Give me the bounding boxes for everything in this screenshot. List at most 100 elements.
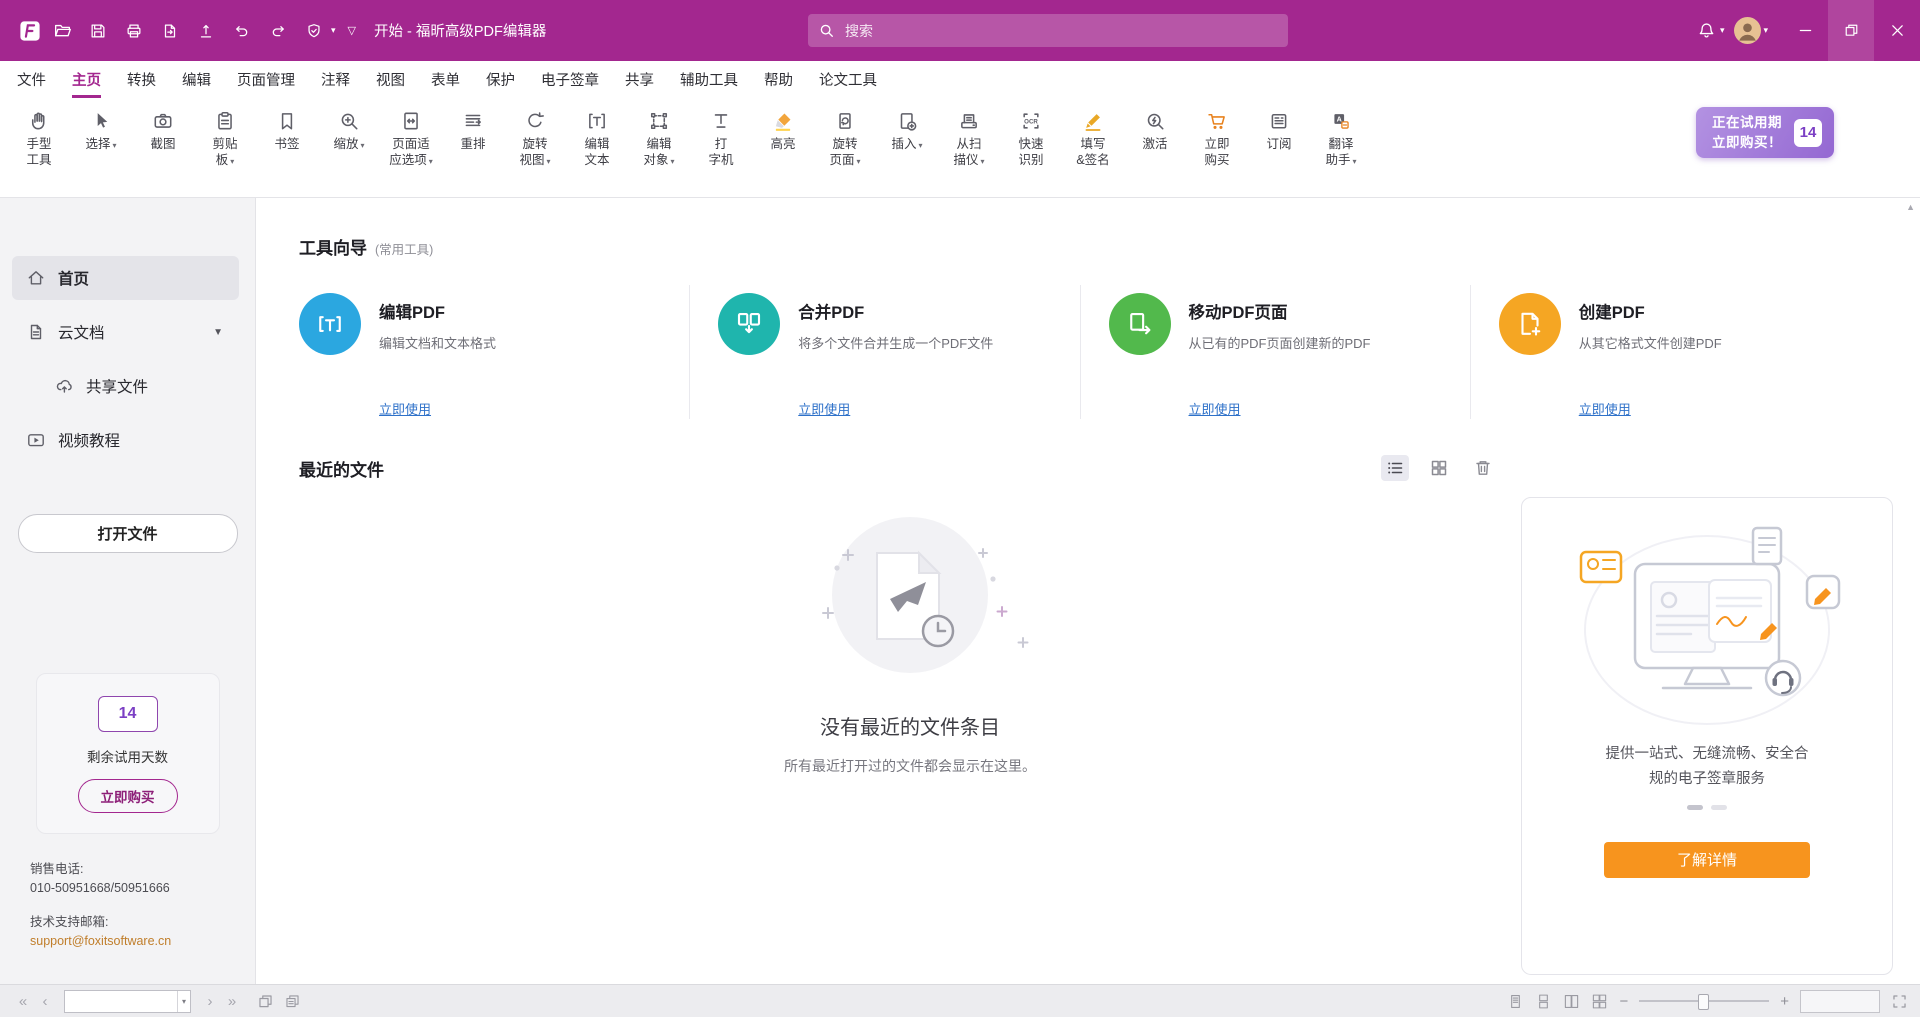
tool-card-create-pdf[interactable]: 创建PDF从其它格式文件创建PDF立即使用 bbox=[1470, 285, 1860, 419]
last-page-button[interactable]: » bbox=[221, 993, 243, 1010]
menu-item-file[interactable]: 文件 bbox=[17, 61, 46, 98]
ribbon-activate[interactable]: 激活 bbox=[1126, 105, 1184, 154]
ribbon-hand-tool[interactable]: 手型 工具 bbox=[10, 105, 68, 171]
ribbon-translate-assistant[interactable]: A翻译 助手▾ bbox=[1312, 105, 1370, 171]
menu-item-convert[interactable]: 转换 bbox=[127, 61, 156, 98]
ribbon-clipboard[interactable]: 剪贴 板▾ bbox=[196, 105, 254, 171]
use-now-link[interactable]: 立即使用 bbox=[379, 399, 431, 418]
ribbon-select[interactable]: 选择▾ bbox=[72, 105, 130, 154]
two-page-continuous-view-icon[interactable] bbox=[1591, 993, 1608, 1010]
ribbon-typewriter[interactable]: 打 字机 bbox=[692, 105, 750, 171]
notifications-bell-icon[interactable] bbox=[1691, 14, 1723, 48]
save-icon[interactable] bbox=[82, 14, 114, 48]
share-doc-icon[interactable] bbox=[190, 14, 222, 48]
redo-icon[interactable] bbox=[262, 14, 294, 48]
ribbon-zoom[interactable]: 缩放▾ bbox=[320, 105, 378, 154]
account-menu[interactable]: ▾ bbox=[1734, 17, 1768, 44]
chevron-down-icon[interactable]: ▾ bbox=[1720, 25, 1725, 36]
ribbon-edit-text[interactable]: 编辑 文本 bbox=[568, 105, 626, 171]
chevron-down-icon: ▾ bbox=[919, 141, 923, 150]
export-pdf-icon[interactable] bbox=[154, 14, 186, 48]
protect-sign-icon[interactable] bbox=[298, 14, 330, 48]
scrollbar-up-arrow[interactable]: ▲ bbox=[1906, 202, 1915, 212]
ribbon-bookmark-label: 书签 bbox=[274, 137, 299, 151]
tool-card-merge-pdf[interactable]: 合并PDF将多个文件合并生成一个PDF文件立即使用 bbox=[689, 285, 1079, 419]
continuous-view-icon[interactable] bbox=[1535, 993, 1552, 1010]
menu-item-help[interactable]: 帮助 bbox=[764, 61, 793, 98]
fullscreen-icon[interactable] bbox=[1891, 993, 1908, 1010]
chevron-down-icon[interactable]: ▼ bbox=[213, 327, 223, 338]
previous-page-button[interactable]: ‹ bbox=[34, 993, 56, 1010]
ribbon-quick-ocr-label: 快速 识别 bbox=[1018, 137, 1043, 167]
menu-item-esign[interactable]: 电子签章 bbox=[541, 61, 599, 98]
menu-item-protect[interactable]: 保护 bbox=[486, 61, 515, 98]
grid-view-button[interactable] bbox=[1425, 455, 1453, 481]
chevron-down-icon[interactable]: ▾ bbox=[331, 25, 336, 36]
two-page-view-icon[interactable] bbox=[1563, 993, 1580, 1010]
zoom-slider-thumb[interactable] bbox=[1698, 994, 1709, 1010]
sidebar-item-label: 视频教程 bbox=[58, 429, 120, 451]
ribbon-page-fit[interactable]: 页面适 应选项▾ bbox=[382, 105, 440, 171]
use-now-link[interactable]: 立即使用 bbox=[1189, 399, 1241, 418]
ribbon-buy-now[interactable]: 立即 购买 bbox=[1188, 105, 1246, 171]
single-page-view-icon[interactable] bbox=[1507, 993, 1524, 1010]
zoom-in-button[interactable]: + bbox=[1780, 993, 1789, 1010]
print-icon[interactable] bbox=[118, 14, 150, 48]
undo-icon[interactable] bbox=[226, 14, 258, 48]
page-dropdown-icon[interactable]: ▾ bbox=[177, 991, 190, 1012]
sidebar-item-cloud-docs[interactable]: 云文档▼ bbox=[12, 310, 239, 354]
ribbon-quick-ocr[interactable]: OCR快速 识别 bbox=[1002, 105, 1060, 171]
menu-item-comment[interactable]: 注释 bbox=[321, 61, 350, 98]
page-number-input[interactable] bbox=[70, 993, 177, 1009]
ribbon-insert[interactable]: 插入▾ bbox=[878, 105, 936, 154]
minimize-button[interactable] bbox=[1782, 0, 1828, 61]
use-now-link[interactable]: 立即使用 bbox=[798, 399, 850, 418]
next-page-button[interactable]: › bbox=[199, 993, 221, 1010]
open-file-button[interactable]: 打开文件 bbox=[18, 514, 238, 553]
close-button[interactable] bbox=[1874, 0, 1920, 61]
menu-item-form[interactable]: 表单 bbox=[431, 61, 460, 98]
snapshot-copy-icon[interactable] bbox=[257, 993, 274, 1010]
menu-item-share[interactable]: 共享 bbox=[625, 61, 654, 98]
ribbon-subscribe[interactable]: 订阅 bbox=[1250, 105, 1308, 154]
ribbon-highlight[interactable]: 高亮 bbox=[754, 105, 812, 154]
search-box[interactable] bbox=[808, 14, 1288, 47]
search-input[interactable] bbox=[843, 22, 1278, 40]
copy-page-icon[interactable] bbox=[284, 993, 301, 1010]
learn-more-button[interactable]: 了解详情 bbox=[1604, 842, 1810, 878]
menu-item-home[interactable]: 主页 bbox=[72, 61, 101, 98]
sidebar-item-video-tutorials[interactable]: 视频教程 bbox=[12, 418, 239, 462]
sidebar-item-home[interactable]: 首页 bbox=[12, 256, 239, 300]
ribbon-snapshot[interactable]: 截图 bbox=[134, 105, 192, 154]
sidebar-item-shared-files[interactable]: 共享文件 bbox=[12, 364, 239, 408]
ribbon-bookmark[interactable]: 书签 bbox=[258, 105, 316, 154]
customize-toolbar-icon[interactable]: ▽ bbox=[348, 24, 356, 37]
menu-item-page-manage[interactable]: 页面管理 bbox=[237, 61, 295, 98]
zoom-value-box[interactable] bbox=[1800, 990, 1880, 1013]
use-now-link[interactable]: 立即使用 bbox=[1579, 399, 1631, 418]
support-email-link[interactable]: support@foxitsoftware.cn bbox=[30, 932, 255, 951]
zoom-out-button[interactable]: − bbox=[1619, 993, 1628, 1010]
ribbon-from-scanner[interactable]: 从扫 描仪▾ bbox=[940, 105, 998, 171]
buy-now-button[interactable]: 立即购买 bbox=[78, 779, 178, 813]
ribbon-rotate-page[interactable]: 旋转 页面▾ bbox=[816, 105, 874, 171]
trial-buy-badge[interactable]: 正在试用期 立即购买！ 14 bbox=[1696, 107, 1834, 158]
promo-pagination-dots[interactable] bbox=[1687, 805, 1727, 810]
tool-card-move-pdf-pages[interactable]: 移动PDF页面从已有的PDF页面创建新的PDF立即使用 bbox=[1080, 285, 1470, 419]
menu-item-accessibility[interactable]: 辅助工具 bbox=[680, 61, 738, 98]
tool-card-edit-pdf[interactable]: 编辑PDF编辑文档和文本格式立即使用 bbox=[299, 285, 689, 419]
zoom-slider[interactable] bbox=[1639, 994, 1769, 1008]
open-file-icon[interactable] bbox=[46, 14, 78, 48]
ribbon-fill-sign[interactable]: 填写 &签名 bbox=[1064, 105, 1122, 171]
menu-item-edit[interactable]: 编辑 bbox=[182, 61, 211, 98]
restore-button[interactable] bbox=[1828, 0, 1874, 61]
clear-recent-trash-button[interactable] bbox=[1469, 455, 1497, 481]
menu-item-view[interactable]: 视图 bbox=[376, 61, 405, 98]
menu-item-paper-tools[interactable]: 论文工具 bbox=[819, 61, 877, 98]
ribbon-reflow[interactable]: 重排 bbox=[444, 105, 502, 154]
ribbon-rotate-view[interactable]: 旋转 视图▾ bbox=[506, 105, 564, 171]
ribbon-edit-object[interactable]: 编辑 对象▾ bbox=[630, 105, 688, 171]
avatar[interactable] bbox=[1734, 17, 1761, 44]
first-page-button[interactable]: « bbox=[12, 993, 34, 1010]
list-view-button[interactable] bbox=[1381, 455, 1409, 481]
